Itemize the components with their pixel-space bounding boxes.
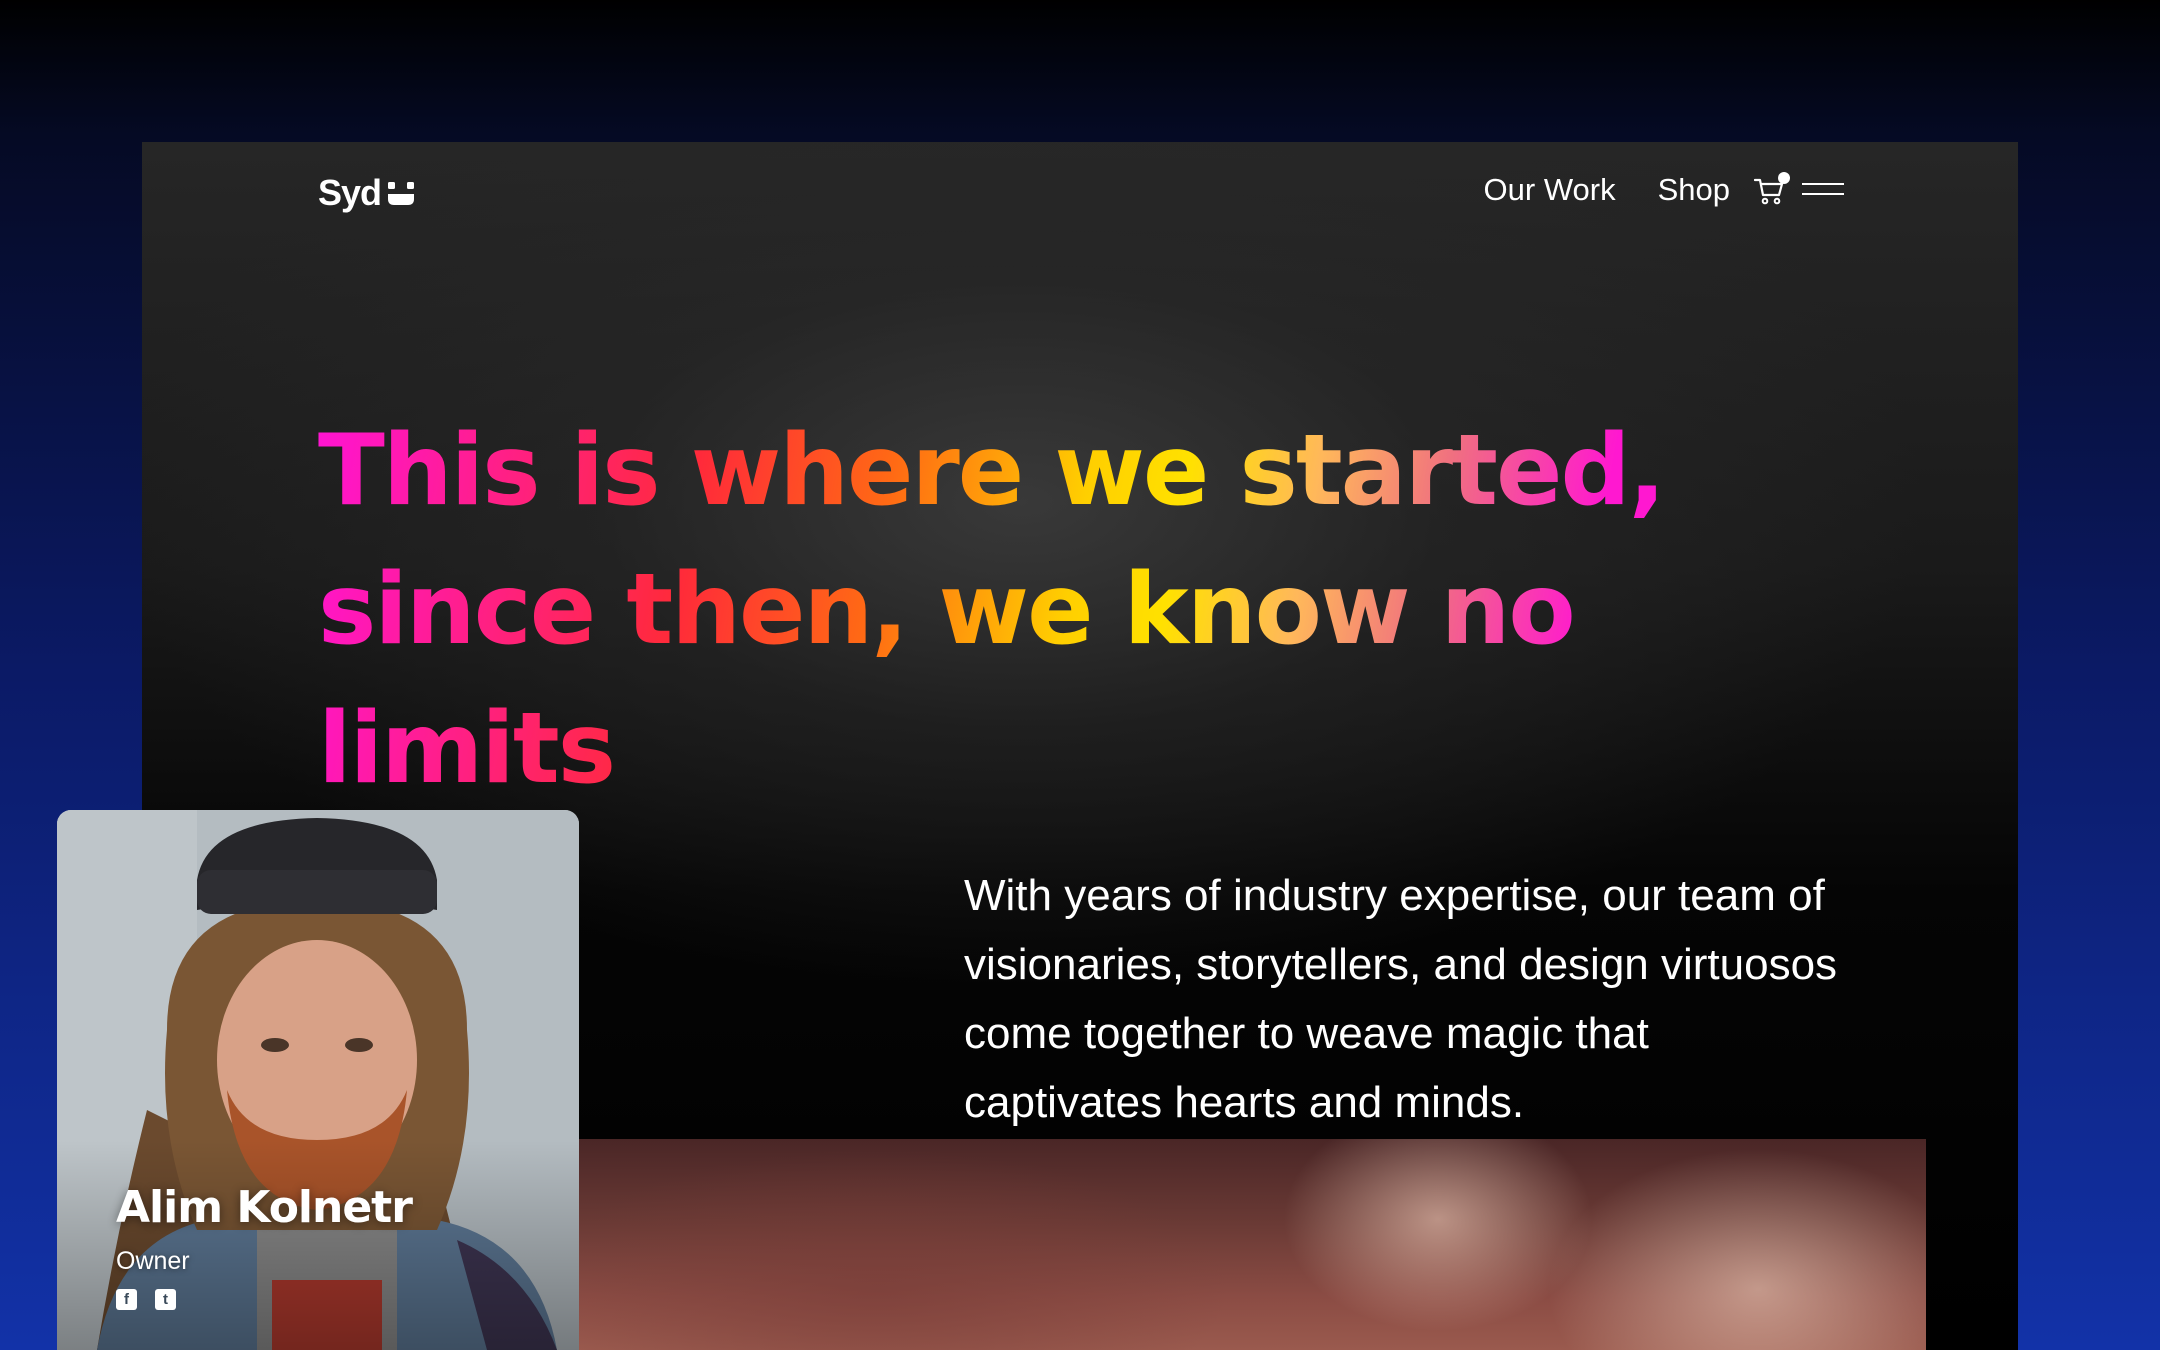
hero-sky-image xyxy=(578,1139,1926,1350)
description-line: captivates hearts and minds. xyxy=(964,1078,1525,1127)
hamburger-menu-icon[interactable] xyxy=(1802,180,1844,200)
headline-line: since then, we know no xyxy=(318,553,1574,667)
twitter-icon[interactable]: t xyxy=(155,1289,176,1310)
nav-icons xyxy=(1753,172,1844,206)
nav-link-our-work[interactable]: Our Work xyxy=(1484,172,1616,208)
hero-headline: This is where we started, since then, we… xyxy=(318,402,1878,819)
cart-badge xyxy=(1778,172,1790,184)
profile-name: Alim Kolnetr xyxy=(116,1182,413,1233)
nav-link-shop[interactable]: Shop xyxy=(1658,172,1730,208)
facebook-icon[interactable]: f xyxy=(116,1289,137,1310)
headline-line: This is where we started, xyxy=(318,414,1664,528)
description-line: come together to weave magic that xyxy=(964,1009,1649,1058)
headline-line: limits xyxy=(318,692,615,806)
hero-description: With years of industry expertise, our te… xyxy=(964,861,1864,1137)
description-line: With years of industry expertise, our te… xyxy=(964,871,1825,920)
logo-text: Syd xyxy=(318,172,382,213)
site-logo[interactable]: Syd xyxy=(318,172,417,214)
profile-card[interactable]: Alim Kolnetr Owner f t xyxy=(57,810,579,1350)
cart-icon[interactable] xyxy=(1753,172,1790,206)
description-line: visionaries, storytellers, and design vi… xyxy=(964,940,1838,989)
logo-smile-icon xyxy=(388,182,415,205)
main-nav: Our Work Shop xyxy=(1484,172,1844,208)
profile-role: Owner xyxy=(116,1247,190,1275)
profile-social-links: f t xyxy=(116,1289,176,1310)
